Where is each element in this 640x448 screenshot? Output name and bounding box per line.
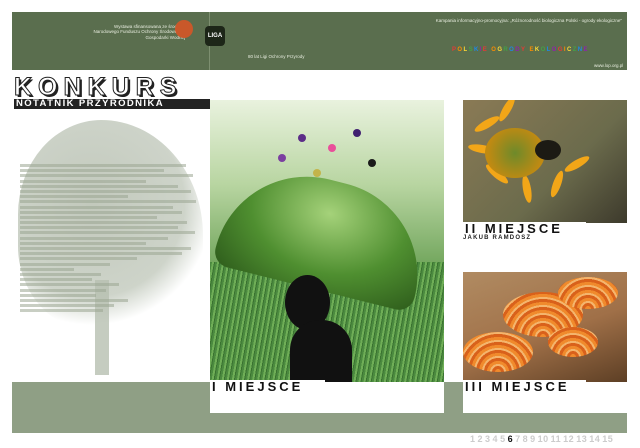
text-line — [20, 164, 186, 167]
contest-text-block — [20, 164, 200, 314]
header-left-text: Wystawa sfinansowana ze środków Narodowe… — [93, 24, 185, 40]
text-line — [20, 195, 128, 199]
text-line — [20, 200, 197, 204]
page-number[interactable]: 7 — [515, 434, 521, 444]
bee-icon — [535, 140, 561, 160]
third-place-label: III MIEJSCE — [463, 380, 586, 393]
text-line — [20, 304, 114, 308]
flower-icon — [298, 134, 306, 142]
page-number[interactable]: 5 — [500, 434, 506, 444]
text-line — [20, 309, 103, 313]
second-place-label: II MIEJSCE — [463, 222, 586, 235]
mushroom-icon — [548, 327, 598, 357]
text-line — [20, 278, 92, 282]
first-place-label: I MIEJSCE — [210, 380, 325, 393]
text-line — [20, 174, 193, 178]
text-line — [20, 247, 191, 250]
text-line — [20, 231, 195, 235]
liga-logo-icon: LIGA — [205, 26, 225, 46]
text-line — [20, 241, 146, 245]
text-line — [20, 226, 179, 230]
text-line — [20, 189, 191, 193]
flower-icon — [278, 154, 286, 162]
page-number[interactable]: 9 — [530, 434, 536, 444]
text-line — [20, 272, 101, 276]
text-line — [20, 262, 110, 266]
first-place-photo — [210, 100, 444, 382]
second-place-photo — [463, 100, 627, 223]
text-line — [20, 169, 164, 173]
text-line — [20, 257, 137, 261]
contest-title: KONKURS — [13, 73, 183, 101]
text-line — [20, 267, 74, 271]
third-place-photo — [463, 272, 627, 382]
exhibition-board: Wystawa sfinansowana ze środków Narodowe… — [0, 0, 640, 448]
girl-silhouette-body — [290, 320, 352, 382]
text-line — [20, 221, 188, 225]
page-number[interactable]: 2 — [478, 434, 484, 444]
bottom-left-panel — [12, 382, 210, 413]
liga-label: 80 lat Ligi Ochrony Przyrody — [248, 54, 305, 59]
page-number[interactable]: 8 — [523, 434, 529, 444]
header-bar: Wystawa sfinansowana ze środków Narodowe… — [12, 12, 627, 70]
nfos-logo-icon — [175, 20, 193, 38]
text-line — [20, 236, 168, 240]
page-number[interactable]: 13 — [576, 434, 587, 444]
second-place-name: JAKUB RAMDOSZ — [463, 235, 532, 241]
text-line — [20, 283, 119, 287]
flower-icon — [353, 129, 361, 137]
page-number[interactable]: 10 — [538, 434, 549, 444]
contest-subtitle: NOTATNIK PRZYRODNIKA — [14, 99, 210, 109]
page-number[interactable]: 11 — [551, 434, 562, 444]
campaign-url: www.lop.org.pl — [594, 63, 624, 68]
mushroom-icon — [463, 332, 533, 372]
first-place-name: BEATA WOŹNIAK — [212, 393, 278, 399]
campaign-text: Kampania informacyjno-promocyjna: „Różno… — [435, 18, 622, 23]
text-line — [20, 293, 96, 297]
text-line — [20, 210, 182, 214]
page-number[interactable]: 1 — [470, 434, 476, 444]
flower-icon — [313, 169, 321, 177]
page-numbers: 1 2 3 4 5 6 7 8 9 10 11 12 13 14 15 — [470, 434, 615, 444]
footer-bar — [12, 413, 627, 433]
page-number[interactable]: 15 — [602, 434, 613, 444]
text-line — [20, 205, 173, 209]
page-number[interactable]: 12 — [563, 434, 574, 444]
page-number[interactable]: 6 — [508, 434, 514, 444]
page-number[interactable]: 4 — [493, 434, 499, 444]
flower-icon — [368, 159, 376, 167]
flower-icon — [328, 144, 336, 152]
text-line — [20, 252, 182, 256]
third-place-name: ARKADIUSZ SZELĄG — [463, 393, 544, 399]
text-line — [20, 184, 179, 188]
text-line — [20, 215, 157, 219]
text-line — [20, 179, 146, 183]
bottom-mid-panel — [444, 382, 463, 413]
text-line — [20, 298, 128, 302]
page-number[interactable]: 14 — [589, 434, 600, 444]
text-line — [20, 288, 107, 292]
mushroom-icon — [558, 277, 618, 309]
campaign-name: POLSKIE OGRODY EKOLOGICZNE — [452, 47, 589, 53]
page-number[interactable]: 3 — [485, 434, 491, 444]
